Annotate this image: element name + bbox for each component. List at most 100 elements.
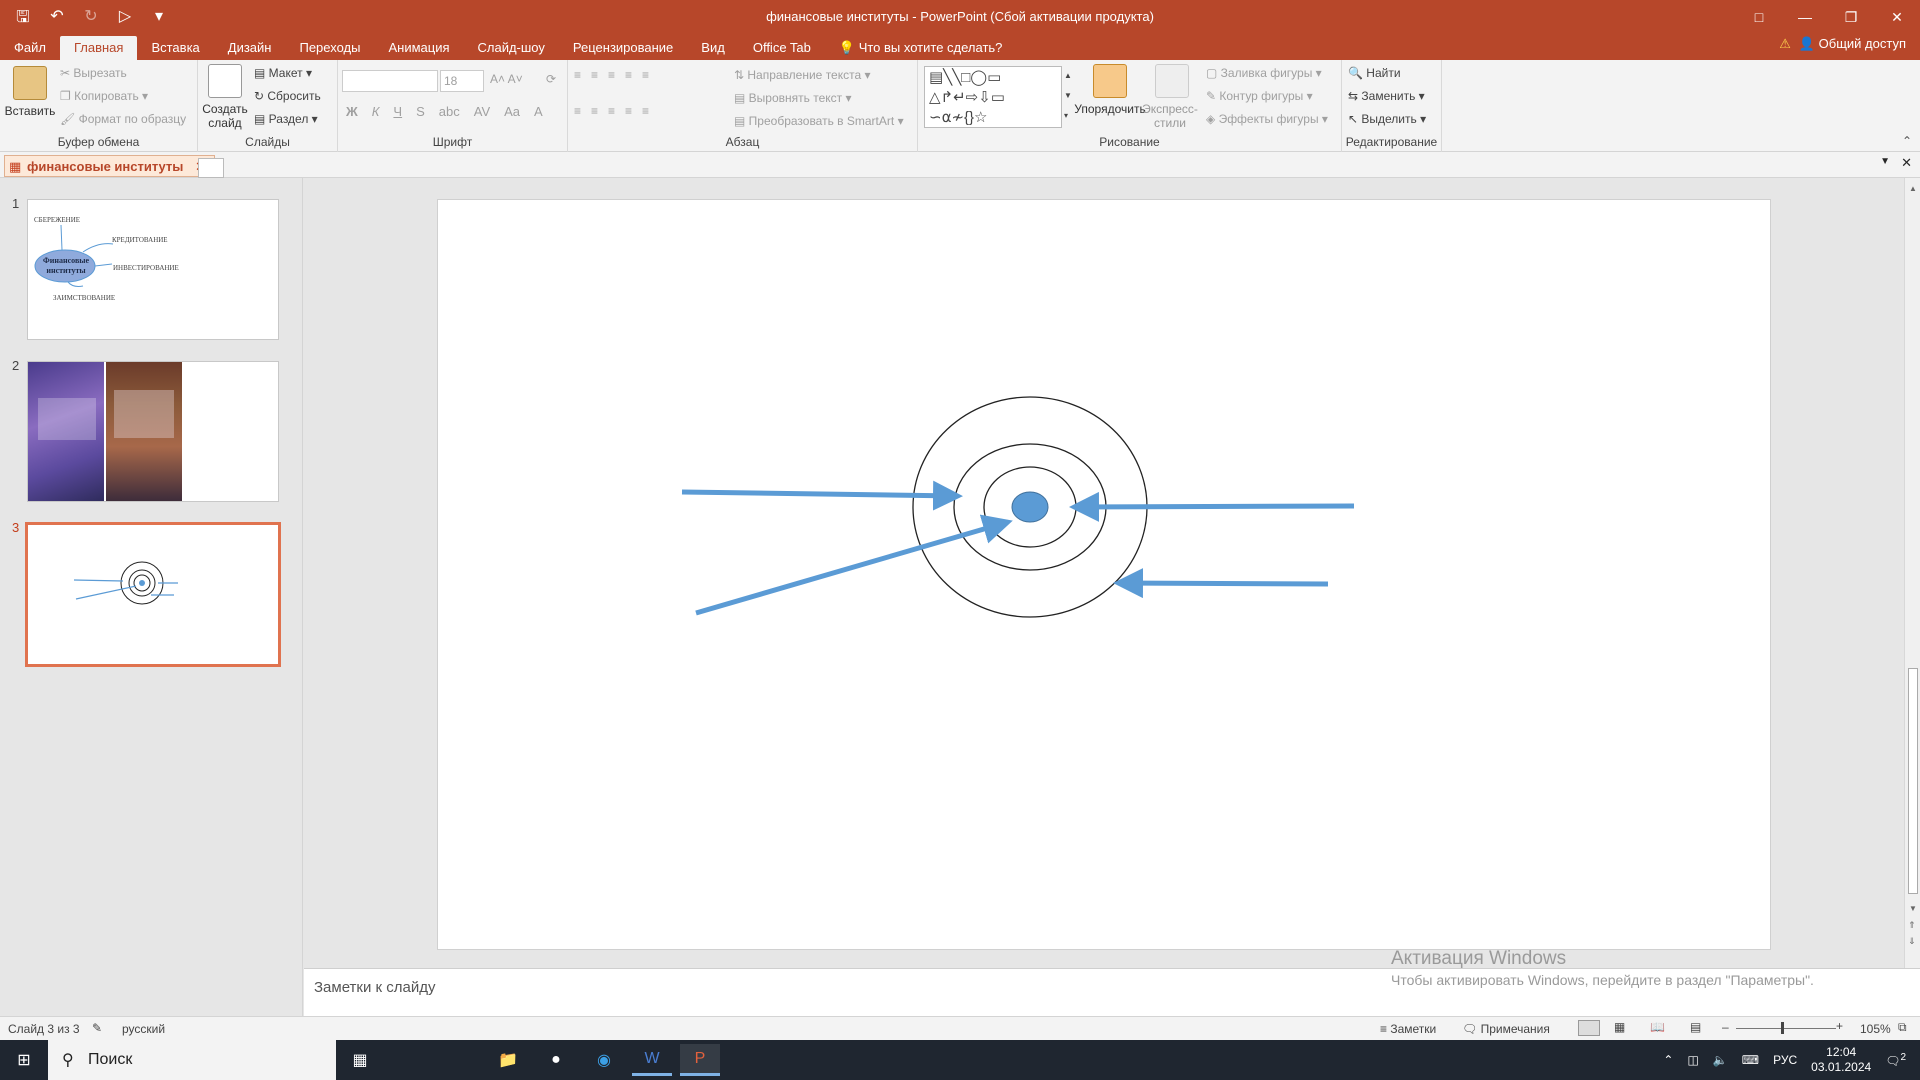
tray-chevron-icon[interactable]: ⌃ [1663, 1053, 1673, 1067]
select-button[interactable]: ↖ Выделить ▾ [1348, 112, 1426, 126]
slide-thumbnail-2[interactable] [27, 361, 279, 502]
clear-formatting-icon[interactable]: ⟳ [546, 72, 556, 86]
ribbon-display-options-icon[interactable]: □ [1736, 0, 1782, 34]
slideshow-view-icon[interactable]: ▤ [1690, 1020, 1701, 1034]
share-button[interactable]: 👤 Общий доступ [1799, 36, 1906, 52]
tab-insert[interactable]: Вставка [137, 36, 213, 60]
notifications-icon[interactable]: 🗨2 [1885, 1052, 1906, 1068]
tell-me-search[interactable]: 💡 Что вы хотите сделать? [839, 36, 1003, 60]
zoom-slider[interactable] [1736, 1028, 1836, 1029]
scroll-down-icon[interactable]: ▼ [1909, 904, 1917, 913]
arrow-left-top[interactable] [681, 480, 963, 511]
replace-button[interactable]: ⇆ Заменить ▾ [1348, 89, 1425, 103]
slide-thumbnail-3-selected[interactable] [25, 522, 281, 667]
fit-to-window-icon[interactable]: ⧉ [1898, 1020, 1907, 1035]
arrow-right-bottom[interactable] [1113, 568, 1329, 599]
reset-button[interactable]: ↻ Сбросить [254, 89, 321, 103]
bold-button[interactable]: Ж [346, 104, 358, 119]
char-spacing-button[interactable]: AV [474, 104, 490, 119]
windows-start-icon[interactable]: ⊞ [4, 1044, 44, 1076]
input-language[interactable]: РУС [1773, 1053, 1797, 1067]
cut-button[interactable]: ✂ Вырезать [60, 66, 127, 80]
copy-button[interactable]: ❐ Копировать ▾ [60, 89, 148, 103]
spellcheck-icon[interactable]: ✎ [92, 1021, 102, 1035]
arrow-right-top[interactable] [1069, 491, 1355, 522]
tab-slideshow[interactable]: Слайд-шоу [464, 36, 559, 60]
slide-sorter-view-icon[interactable]: ▦ [1614, 1020, 1625, 1034]
taskbar-search[interactable]: ⚲ Поиск [48, 1040, 336, 1080]
slide-thumbnail-1[interactable]: Финансовые институты СБЕРЕЖЕНИЕ КРЕДИТОВ… [27, 199, 279, 340]
document-tab-active[interactable]: ▦ финансовые институты ✕ [4, 155, 215, 177]
volume-icon[interactable]: 🔈 [1713, 1053, 1728, 1067]
powerpoint-icon[interactable]: P [680, 1044, 720, 1076]
previous-slide-icon[interactable]: ⇑ [1908, 920, 1916, 931]
section-button[interactable]: ▤ Раздел ▾ [254, 112, 318, 126]
format-painter-button[interactable]: 🖌 Формат по образцу [60, 112, 186, 126]
tab-review[interactable]: Рецензирование [559, 36, 687, 60]
keyboard-icon[interactable]: ⌨ [1742, 1053, 1759, 1067]
align-buttons[interactable]: ≡≡≡≡≡ [574, 104, 659, 118]
notes-toggle[interactable]: ≡ Заметки [1380, 1022, 1436, 1036]
font-size-input[interactable]: 18 [440, 70, 484, 92]
underline-button[interactable]: Ч [393, 104, 402, 119]
tab-home[interactable]: Главная [59, 36, 138, 60]
close-document-icon[interactable]: ✕ [1901, 155, 1912, 171]
warning-icon[interactable]: ⚠ [1779, 36, 1791, 52]
grow-font-button[interactable]: A˄ A˅ [490, 72, 523, 86]
strikethrough-button[interactable]: abc [439, 104, 460, 119]
tab-transitions[interactable]: Переходы [285, 36, 374, 60]
edge-icon[interactable]: ◉ [584, 1044, 624, 1076]
collapse-ribbon-icon[interactable]: ⌃ [1902, 134, 1912, 148]
tab-design[interactable]: Дизайн [214, 36, 286, 60]
shape-effects-button[interactable]: ◈ Эффекты фигуры ▾ [1206, 112, 1328, 126]
normal-view-button[interactable] [1578, 1020, 1600, 1036]
find-button[interactable]: 🔍 Найти [1348, 66, 1401, 80]
convert-smartart-button[interactable]: ▤ Преобразовать в SmartArt ▾ [734, 114, 904, 128]
tabs-dropdown-icon[interactable]: ▼ [1880, 156, 1890, 167]
font-color-button[interactable]: A [534, 104, 543, 119]
reading-view-icon[interactable]: 📖 [1650, 1020, 1665, 1034]
italic-button[interactable]: К [372, 104, 380, 119]
shape-outline-button[interactable]: ✎ Контур фигуры ▾ [1206, 89, 1313, 103]
scrollbar-thumb[interactable] [1908, 668, 1918, 894]
change-case-button[interactable]: Aa [504, 104, 520, 119]
align-text-button[interactable]: ▤ Выровнять текст ▾ [734, 91, 852, 105]
close-button[interactable]: ✕ [1874, 0, 1920, 34]
zoom-level[interactable]: 105% [1860, 1022, 1891, 1036]
new-slide-button[interactable]: Создать слайд [202, 64, 248, 130]
text-direction-button[interactable]: ⇅ Направление текста ▾ [734, 68, 871, 82]
restore-button[interactable]: ❐ [1828, 0, 1874, 34]
word-icon[interactable]: W [632, 1044, 672, 1076]
slide-canvas[interactable] [437, 199, 1771, 950]
scroll-up-icon[interactable]: ▲ [1909, 184, 1917, 193]
language-indicator[interactable]: русский [122, 1022, 165, 1036]
minimize-button[interactable]: — [1782, 0, 1828, 34]
shape-fill-button[interactable]: ▢ Заливка фигуры ▾ [1206, 66, 1322, 80]
quick-styles-button[interactable]: Экспресс-стили [1140, 64, 1204, 130]
tab-view[interactable]: Вид [687, 36, 739, 60]
file-explorer-icon[interactable]: 📁 [488, 1044, 528, 1076]
new-tab-button[interactable] [198, 158, 224, 178]
tab-file[interactable]: Файл [0, 36, 60, 60]
zoom-in-icon[interactable]: + [1836, 1019, 1843, 1033]
shadow-button[interactable]: S [416, 104, 425, 119]
next-slide-icon[interactable]: ⇓ [1908, 936, 1916, 947]
zoom-slider-thumb[interactable] [1781, 1022, 1784, 1034]
arrow-left-bottom[interactable] [695, 514, 1013, 616]
list-buttons[interactable]: ≡≡≡≡≡ [574, 68, 659, 82]
comments-toggle[interactable]: 🗨 Примечания [1462, 1022, 1550, 1036]
tab-animations[interactable]: Анимация [374, 36, 463, 60]
font-name-input[interactable] [342, 70, 438, 92]
tab-office-tab[interactable]: Office Tab [739, 36, 825, 60]
arrange-button[interactable]: Упорядочить [1070, 64, 1150, 116]
network-icon[interactable]: ◫ [1687, 1053, 1698, 1067]
clock[interactable]: 12:04 03.01.2024 [1811, 1045, 1871, 1075]
shapes-gallery[interactable]: ▤╲╲□◯▭ △↱↵⇨⇩▭ ∽⍺≁{}☆ [924, 66, 1062, 128]
paste-button[interactable]: Вставить [4, 66, 56, 118]
layout-button[interactable]: ▤ Макет ▾ [254, 66, 312, 80]
task-view-icon[interactable]: ▦ [340, 1044, 380, 1076]
center-dot[interactable] [1011, 491, 1049, 523]
vertical-scrollbar[interactable]: ▲ ▼ ⇑ ⇓ [1904, 178, 1920, 968]
chrome-icon[interactable]: ● [536, 1044, 576, 1076]
zoom-out-icon[interactable]: – [1722, 1020, 1729, 1034]
